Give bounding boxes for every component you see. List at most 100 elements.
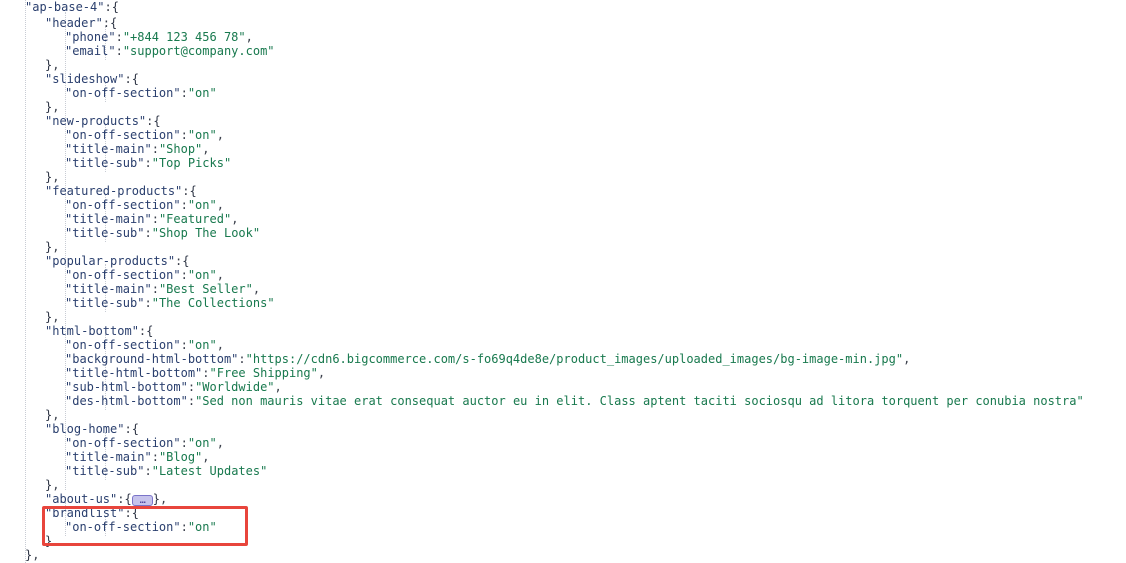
json-brace: { [111,0,119,14]
json-key: "title-main" [65,142,152,156]
json-punctuation: : [180,128,188,142]
json-brace: } [152,492,160,506]
code-line[interactable]: "phone":"+844 123 456 78", [65,30,253,44]
json-key: "featured-products" [45,184,183,198]
json-code-viewer[interactable]: "ap-base-4":{"header":{"phone":"+844 123… [0,0,1126,563]
code-line[interactable]: "on-off-section":"on" [65,86,217,100]
json-punctuation: , [52,240,60,254]
json-key: "new-products" [45,114,147,128]
code-line[interactable]: "title-sub":"The Collections" [65,296,275,310]
code-line[interactable]: "brandlist":{ [45,506,139,520]
code-line[interactable]: "slideshow":{ [45,72,139,86]
json-string-value: "on" [187,198,217,212]
json-string-value: "on" [187,338,217,352]
code-line[interactable]: "background-html-bottom":"https://cdn6.b… [65,352,910,366]
code-line[interactable]: "title-sub":"Shop The Look" [65,226,260,240]
json-punctuation: , [245,30,253,44]
code-line[interactable]: "title-html-bottom":"Free Shipping", [65,366,325,380]
json-brace: { [124,492,132,506]
json-string-value: "on" [187,520,217,534]
code-line[interactable]: "title-main":"Shop", [65,142,210,156]
json-key: "header" [45,16,103,30]
json-punctuation: , [159,492,168,506]
json-punctuation: , [216,268,224,282]
code-line[interactable]: "header":{ [45,16,117,30]
json-key: "about-us" [45,492,118,506]
json-punctuation: : [144,464,152,478]
code-line[interactable]: "new-products":{ [45,114,161,128]
code-line[interactable]: "des-html-bottom":"Sed non mauris vitae … [65,394,1084,408]
json-key: "blog-home" [45,422,125,436]
json-punctuation: : [104,0,112,14]
code-line[interactable]: "title-main":"Best Seller", [65,282,260,296]
json-key: "title-sub" [65,226,145,240]
json-string-value: "https://cdn6.bigcommerce.com/s-fo69q4de… [245,352,904,366]
json-punctuation: : [180,520,188,534]
json-string-value: "on" [187,436,217,450]
code-line[interactable]: }, [45,408,59,422]
json-punctuation: : [180,198,188,212]
code-line[interactable]: } [45,534,52,548]
json-punctuation: : [151,450,159,464]
json-brace: { [153,114,161,128]
json-punctuation: : [180,86,188,100]
code-line[interactable]: "on-off-section":"on" [65,520,217,534]
code-line[interactable]: "on-off-section":"on", [65,338,224,352]
json-brace: { [189,184,197,198]
code-line[interactable]: "title-sub":"Top Picks" [65,156,231,170]
code-line[interactable]: "title-sub":"Latest Updates" [65,464,267,478]
code-line[interactable]: "sub-html-bottom":"Worldwide", [65,380,282,394]
json-key: "des-html-bottom" [65,394,188,408]
json-punctuation: , [52,170,60,184]
code-line[interactable]: }, [25,548,39,562]
json-string-value: "Shop" [158,142,203,156]
json-key: "slideshow" [45,72,125,86]
json-punctuation: , [317,366,326,380]
json-string-value: "support@company.com" [122,44,275,58]
json-punctuation: , [903,352,911,366]
json-brace: { [131,506,139,520]
json-punctuation: , [202,142,210,156]
code-line[interactable]: "ap-base-4":{ [25,0,119,14]
indent-guide [25,0,27,563]
json-string-value: "Shop The Look" [151,226,261,240]
code-line[interactable]: "on-off-section":"on", [65,436,224,450]
code-line[interactable]: }, [45,58,59,72]
code-line[interactable]: }, [45,240,59,254]
code-line[interactable]: }, [45,310,59,324]
collapsed-fold-icon[interactable]: … [131,495,153,506]
json-brace: { [110,16,118,30]
code-line[interactable]: "on-off-section":"on", [65,128,224,142]
json-brace: { [146,324,154,338]
json-key: "sub-html-bottom" [65,380,188,394]
json-string-value: "Featured" [158,212,232,226]
code-line[interactable]: "featured-products":{ [45,184,197,198]
json-punctuation: : [124,72,132,86]
json-string-value: "Best Seller" [158,282,253,296]
json-key: "phone" [65,30,116,44]
json-brace: } [45,534,53,548]
code-line[interactable]: "blog-home":{ [45,422,139,436]
json-punctuation: : [102,16,111,30]
json-brace: { [131,422,139,436]
code-line[interactable]: "on-off-section":"on", [65,268,224,282]
json-key: "on-off-section" [65,520,181,534]
json-punctuation: : [144,156,152,170]
code-line[interactable]: "title-main":"Featured", [65,212,238,226]
json-key: "email" [65,44,116,58]
code-line[interactable]: "email":"support@company.com" [65,44,275,58]
code-line[interactable]: }, [45,478,59,492]
code-line[interactable]: "html-bottom":{ [45,324,153,338]
json-punctuation: , [216,338,224,352]
json-string-value: "Worldwide" [195,380,275,394]
json-punctuation: , [216,198,224,212]
json-punctuation: , [32,548,40,562]
json-punctuation: : [144,296,152,310]
code-line[interactable]: }, [45,170,59,184]
code-line[interactable]: "title-main":"Blog", [65,450,210,464]
code-line[interactable]: "popular-products":{ [45,254,190,268]
code-line[interactable]: "on-off-section":"on", [65,198,224,212]
code-line[interactable]: }, [45,100,59,114]
json-key: "title-main" [65,282,152,296]
code-line[interactable]: "about-us":{…}, [45,492,167,506]
